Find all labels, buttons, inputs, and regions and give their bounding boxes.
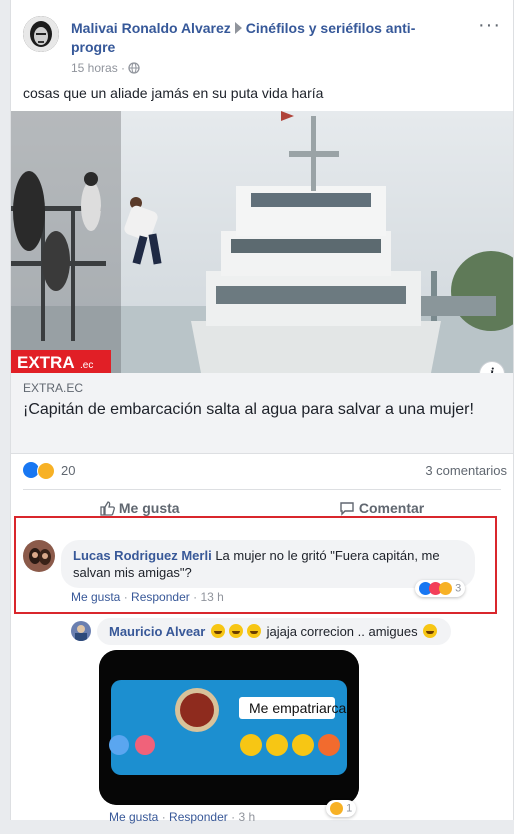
commenter-avatar[interactable]	[23, 540, 55, 572]
comment-icon	[340, 502, 354, 516]
separator: ·	[161, 810, 166, 824]
comment-button-label: Comentar	[358, 500, 425, 516]
globe-icon	[128, 62, 141, 74]
link-title[interactable]: ¡Capitán de embarcación salta al agua pa…	[23, 399, 501, 421]
author-avatar[interactable]	[23, 16, 59, 52]
avatar-image	[23, 16, 59, 52]
comment-author[interactable]: Lucas Rodriguez Merli	[73, 548, 212, 563]
post-text: cosas que un aliade jamás en su puta vid…	[23, 85, 324, 101]
comment-like-link[interactable]: Me gusta	[71, 590, 120, 604]
reply-avatar[interactable]	[71, 621, 91, 641]
reply-reactions-count: 1	[346, 802, 353, 815]
smile-emoji-icon	[246, 624, 261, 638]
reply-text: jajaja correcion .. amigues	[266, 624, 418, 639]
post-card: Malivai Ronaldo Alvarez Cinéfilos y serié…	[10, 0, 514, 824]
reply-reply-link[interactable]: Responder	[169, 810, 228, 824]
meta-separator: ·	[121, 61, 126, 75]
link-domain: EXTRA.EC	[23, 381, 84, 395]
comment-reactions[interactable]: 3	[415, 580, 466, 597]
reply-actions: Me gusta · Responder · 3 h	[109, 810, 255, 824]
reply-bubble: Mauricio Alvear jajaja correcion .. amig…	[97, 618, 452, 645]
separator: ·	[231, 810, 236, 824]
smile-emoji-icon	[423, 624, 438, 638]
smile-emoji-icon	[228, 624, 243, 638]
smile-emoji-icon	[210, 624, 225, 638]
gif-image: Me empatriarca	[99, 650, 359, 805]
post-meta: 15 horas ·	[71, 61, 141, 75]
divider	[23, 489, 501, 490]
gif-label: Me empatriarca	[249, 700, 346, 716]
haha-reaction-icon	[37, 462, 55, 480]
reply-like-link[interactable]: Me gusta	[109, 810, 158, 824]
like-button[interactable]: Me gusta	[99, 500, 180, 516]
reply-gif[interactable]: Me empatriarca	[99, 650, 359, 805]
haha-reaction-icon	[439, 582, 452, 595]
comment-reactions-count: 3	[455, 582, 462, 595]
comments-count[interactable]: 3 comentarios	[425, 463, 507, 478]
post-header-title: Malivai Ronaldo Alvarez Cinéfilos y serié…	[71, 19, 451, 57]
reactions-summary: 20 3 comentarios	[23, 458, 507, 482]
commenter-avatar-image	[23, 540, 55, 572]
watermark-text: EXTRA	[17, 353, 75, 372]
like-button-label: Me gusta	[118, 500, 180, 516]
separator: ·	[123, 590, 128, 604]
ship-photo: EXTRA .ec	[11, 111, 513, 373]
post-time[interactable]: 15 horas	[71, 61, 118, 75]
comment-reply-link[interactable]: Responder	[131, 590, 190, 604]
comment-time[interactable]: 13 h	[200, 590, 223, 604]
comment-bubble: Lucas Rodriguez Merli La mujer no le gri…	[61, 540, 475, 588]
more-options-icon[interactable]: ···	[478, 14, 501, 37]
comment-button[interactable]: Comentar	[339, 500, 424, 516]
reactions-count[interactable]: 20	[61, 463, 75, 478]
link-preview-image[interactable]: EXTRA .ec i	[11, 111, 513, 373]
reply-author[interactable]: Mauricio Alvear	[109, 624, 205, 639]
separator: ·	[193, 590, 198, 604]
reply-time[interactable]: 3 h	[238, 810, 255, 824]
arrow-right-icon	[234, 22, 242, 34]
author-name[interactable]: Malivai Ronaldo Alvarez	[71, 20, 231, 36]
watermark-suffix: .ec	[80, 360, 93, 371]
comment-actions: Me gusta · Responder · 13 h	[71, 590, 224, 604]
reply-avatar-image	[71, 621, 91, 641]
haha-reaction-icon	[330, 802, 343, 815]
link-preview-box[interactable]: EXTRA.EC ¡Capitán de embarcación salta a…	[11, 373, 513, 454]
thumbs-up-icon	[100, 501, 115, 516]
reply-reactions[interactable]: 1	[326, 800, 357, 817]
